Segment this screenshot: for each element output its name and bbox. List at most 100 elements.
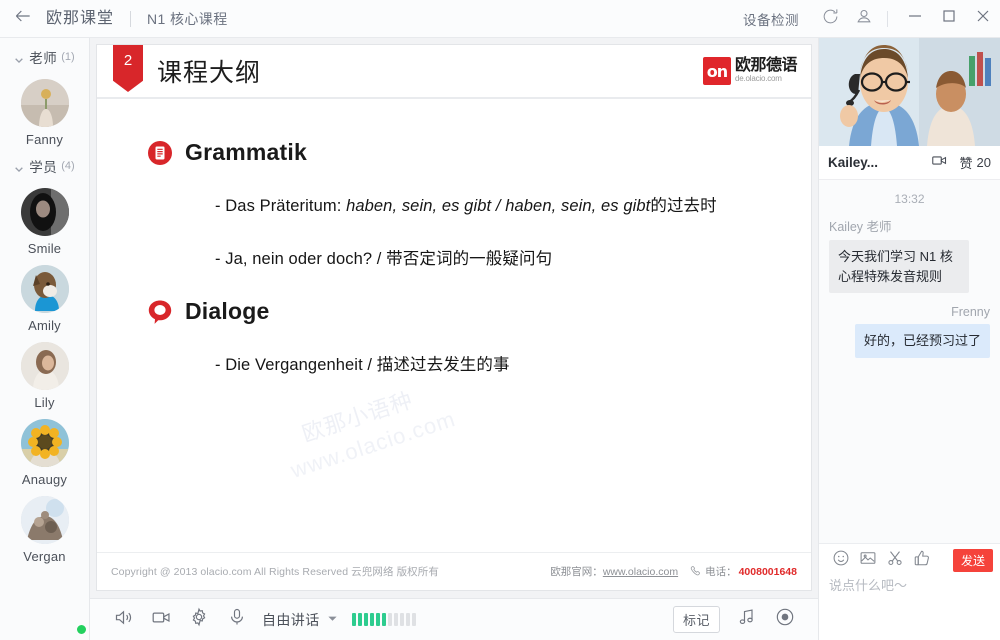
bullet-item: - Ja, nein oder doch? / 带否定词的一般疑问句 (215, 245, 811, 269)
like-label[interactable]: 赞 (960, 153, 973, 172)
emoji-icon (832, 549, 850, 572)
refresh-button[interactable] (813, 0, 847, 38)
section-heading: Grammatik (185, 139, 307, 165)
composer-toolbar: 发送 (819, 544, 1000, 576)
group-label-teachers: 老师 (29, 51, 58, 66)
teacher-video[interactable] (819, 38, 1000, 146)
device-check-button[interactable]: 设备检测 (743, 9, 799, 29)
brand-logo: on 欧那德语 de.olacio.com (702, 57, 798, 85)
chat-message: Kailey 老师 今天我们学习 N1 核心程特殊发音规则 (829, 216, 990, 293)
chevron-down-icon[interactable] (327, 611, 338, 629)
send-button[interactable]: 发送 (952, 548, 993, 572)
message-bubble: 今天我们学习 N1 核心程特殊发音规则 (829, 240, 969, 293)
settings-button[interactable] (180, 599, 218, 640)
speaker-icon (113, 607, 134, 633)
bottom-toolbar: 自由讲话 标记 (90, 598, 818, 640)
course-title: N1 核心课程 (147, 10, 228, 27)
close-button[interactable] (966, 0, 1000, 38)
video-camera-icon[interactable] (931, 152, 948, 174)
app-title: 欧那课堂 (46, 9, 115, 27)
right-panel: Kailey... 赞 20 13:32 Kailey 老师 今天我们学习 N1… (818, 38, 1000, 640)
speak-mode-label[interactable]: 自由讲话 (262, 610, 320, 630)
list-item[interactable]: Vergan (0, 496, 89, 564)
logo-mark: on (702, 57, 731, 85)
list-item[interactable]: Lily (0, 342, 89, 410)
slide-header: 2 课程大纲 on 欧那德语 de.olacio.com (97, 45, 811, 99)
section-bullets-grammatik: - Das Präteritum: haben, sein, es gibt /… (215, 192, 811, 269)
participant-name: Smile (27, 241, 62, 256)
footer-site-label: 欧那官网： (550, 566, 603, 578)
group-label-students: 学员 (29, 160, 58, 175)
slide-section-grammatik: Grammatik (147, 139, 811, 166)
group-count-teachers: (1) (61, 51, 75, 63)
footer-site-url[interactable]: www.olacio.com (603, 566, 678, 578)
section-bullets-dialoge: - Die Vergangenheit / 描述过去发生的事 (215, 351, 811, 375)
chevron-down-icon (14, 161, 24, 173)
logo-url: de.olacio.com (734, 74, 782, 84)
logo-brand-name: 欧那德语 (734, 57, 798, 75)
microphone-icon (227, 607, 247, 632)
thumbs-up-button[interactable] (908, 544, 935, 576)
phone-icon (690, 565, 701, 579)
titlebar-divider-2 (887, 10, 888, 27)
user-camera-button[interactable] (847, 0, 881, 38)
teacher-info-bar: Kailey... 赞 20 (819, 146, 1000, 180)
microphone-button[interactable] (218, 599, 256, 640)
list-item[interactable]: Amily (0, 265, 89, 333)
slide-footer: Copyright @ 2013 olacio.com All Rights R… (97, 552, 811, 590)
message-bubble: 好的，已经预习过了 (854, 324, 990, 358)
record-button[interactable] (766, 599, 804, 640)
gear-icon (189, 607, 209, 632)
bullet-italic: haben, sein, es gibt / haben, sein, es g… (346, 197, 651, 215)
emoji-button[interactable] (827, 544, 854, 576)
music-note-icon (737, 607, 757, 632)
record-icon (775, 607, 795, 632)
list-item[interactable]: Smile (0, 188, 89, 636)
back-button[interactable] (0, 0, 46, 38)
participants-sidebar[interactable]: 老师 (1) Fanny 学员 (4) Smile Amily Lily Ana… (0, 38, 90, 640)
close-icon (975, 8, 991, 29)
title-bar: 欧那课堂 N1 核心课程 设备检测 (0, 0, 1000, 38)
chevron-down-icon (14, 52, 24, 64)
chat-messages[interactable]: 13:32 Kailey 老师 今天我们学习 N1 核心程特殊发音规则 Fren… (819, 180, 1000, 543)
chat-input[interactable] (819, 576, 1000, 595)
document-icon (147, 140, 173, 166)
watermark-line-1: 欧那小语种 (298, 387, 417, 447)
avatar (20, 188, 69, 236)
mark-button[interactable]: 标记 (672, 606, 720, 633)
minimize-button[interactable] (898, 0, 932, 38)
participant-name: Fanny (25, 132, 64, 147)
maximize-button[interactable] (932, 0, 966, 38)
message-sender: Frenny (951, 305, 990, 319)
slide-title: 课程大纲 (157, 59, 262, 87)
list-item[interactable]: Fanny (0, 79, 89, 147)
music-button[interactable] (728, 599, 766, 640)
bullet-item: - Die Vergangenheit / 描述过去发生的事 (215, 351, 811, 375)
scissors-icon (886, 549, 904, 572)
group-count-students: (4) (61, 160, 75, 172)
teacher-name: Kailey... (828, 155, 879, 170)
bullet-suffix: 的过去时 (650, 197, 717, 215)
teacher-bar-actions: 赞 20 (931, 152, 991, 174)
slide[interactable]: 2 课程大纲 on 欧那德语 de.olacio.com Grammatik -… (96, 44, 812, 591)
titlebar-actions: 设备检测 (743, 0, 1000, 38)
camera-button[interactable] (142, 599, 180, 640)
footer-phone-label: 电话： (705, 566, 737, 578)
bullet-prefix: - Ja, nein oder doch? / 带否定词的一般疑问句 (215, 250, 553, 268)
slide-page-ribbon: 2 (113, 45, 143, 92)
camera-icon (151, 607, 172, 633)
slide-stage: 2 课程大纲 on 欧那德语 de.olacio.com Grammatik -… (90, 38, 818, 598)
speaker-button[interactable] (104, 599, 142, 640)
image-button[interactable] (854, 544, 881, 576)
list-item[interactable]: Anaugy (0, 419, 89, 487)
chat-timestamp: 13:32 (894, 192, 925, 206)
refresh-icon (821, 7, 840, 31)
footer-phone-number: 4008001648 (738, 565, 797, 578)
image-icon (859, 549, 877, 572)
sidebar-group-teachers[interactable]: 老师 (1) (0, 44, 89, 70)
footer-copyright: Copyright @ 2013 olacio.com All Rights R… (111, 566, 439, 578)
sidebar-group-students[interactable]: 学员 (4) (0, 153, 89, 179)
slide-body: Grammatik - Das Präteritum: haben, sein,… (97, 99, 811, 539)
scissors-button[interactable] (881, 544, 908, 576)
participant-name: Amily (28, 318, 61, 333)
